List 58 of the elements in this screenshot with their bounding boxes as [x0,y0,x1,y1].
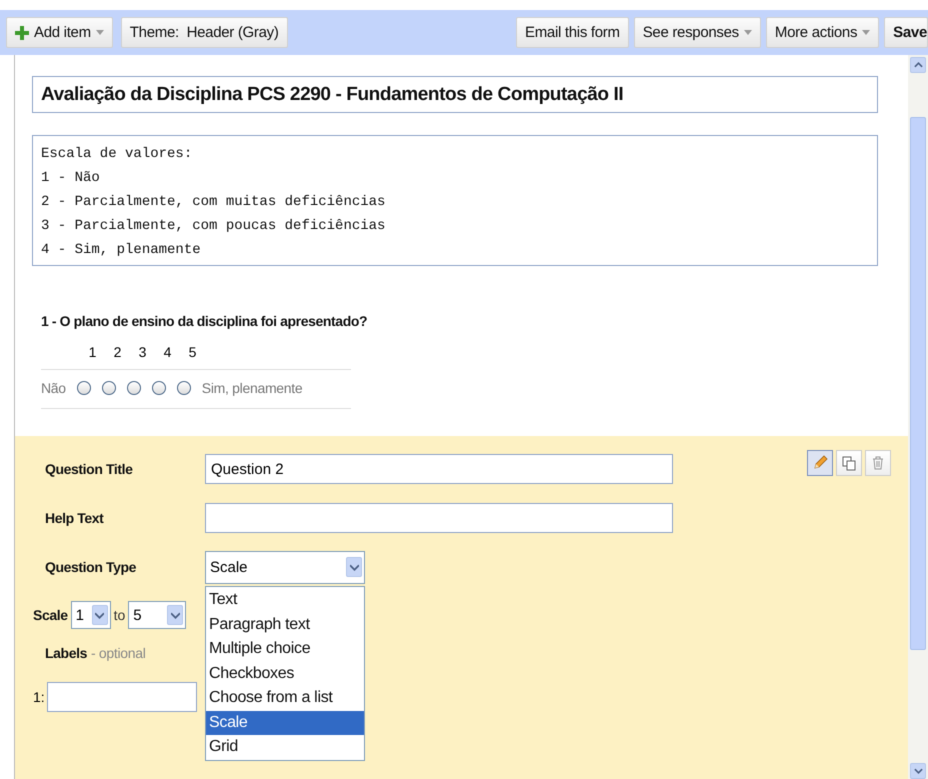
label-field[interactable] [46,682,197,712]
field-label: Question Title [45,461,134,477]
scale-to-select[interactable]: 5 [128,601,186,629]
chevron-up-icon [914,62,922,68]
scale-high-label: Sim, plenamente [202,380,302,396]
scale-number: 2 [112,344,122,360]
scale-from-select[interactable]: 1 [70,601,111,629]
field-label: Question Type [45,559,137,575]
dropdown-option[interactable]: Paragraph text [206,612,364,637]
scale-number: 4 [162,344,172,360]
plus-icon [15,26,29,40]
form-title-field[interactable]: Avaliação da Disciplina PCS 2290 - Fundamentos de Computação II [32,76,878,113]
radio-button[interactable] [76,381,91,395]
trash-icon[interactable] [865,450,891,476]
radio-button[interactable] [152,381,166,395]
dropdown-option[interactable]: Choose from a list [206,686,364,710]
field-label: Help Text [45,510,105,526]
caret-icon [862,30,870,35]
scroll-up-button[interactable] [910,57,926,73]
chevron-down-icon [95,612,104,618]
radio-button[interactable] [176,381,191,395]
toolbar-button[interactable]: Add item [6,17,113,48]
toolbar-button[interactable]: See responses [634,17,761,48]
caret-icon [96,30,104,35]
help-text-field[interactable] [205,503,673,533]
scale-number: 3 [138,344,148,360]
caret-icon [744,30,752,35]
form-description-field[interactable]: Escala de valores: 1 - Não 2 - Parcialmente, com muitas deficiências 3 - Parcialmente, com poucas deficiências 4 - Sim, plenamente [32,135,878,266]
labels-label: Labels [45,645,87,661]
chevron-down-icon [350,564,358,570]
chevron-down-icon [170,612,180,618]
scroll-down-button[interactable] [910,763,926,779]
question-type-select[interactable]: Scale [205,550,365,584]
dropdown-option[interactable]: Grid [206,735,364,760]
pencil-icon[interactable] [807,450,833,476]
label-number: 1: [33,689,45,705]
toolbar-button[interactable]: Save [884,17,928,48]
toolbar-button[interactable]: More actions [766,17,880,48]
scale-low-label: Não [41,380,66,396]
scroll-thumb[interactable] [910,117,926,650]
toolbar-button[interactable]: Email this form [516,17,629,48]
copy-icon[interactable] [836,450,862,476]
scrollbar[interactable] [908,55,928,779]
radio-button[interactable] [102,381,116,395]
optional-hint: - optional [90,645,146,661]
scale-label: Scale [33,607,68,623]
question-title: 1 - O plano de ensino da disciplina foi apresentado? [41,313,368,329]
dropdown-option[interactable]: Text [206,588,364,612]
scale-number: 5 [188,344,198,360]
radio-button[interactable] [126,381,141,395]
to-label: to [114,607,126,623]
question-title-field[interactable]: Question 2 [205,454,673,484]
dropdown-option[interactable]: Checkboxes [206,662,364,686]
dropdown-option[interactable]: Multiple choice [206,637,364,662]
scale-number: 1 [88,344,98,360]
dropdown-option[interactable]: Scale [206,710,364,735]
toolbar-button[interactable]: Theme: Header (Gray) [120,17,288,48]
chevron-down-icon [914,768,922,774]
